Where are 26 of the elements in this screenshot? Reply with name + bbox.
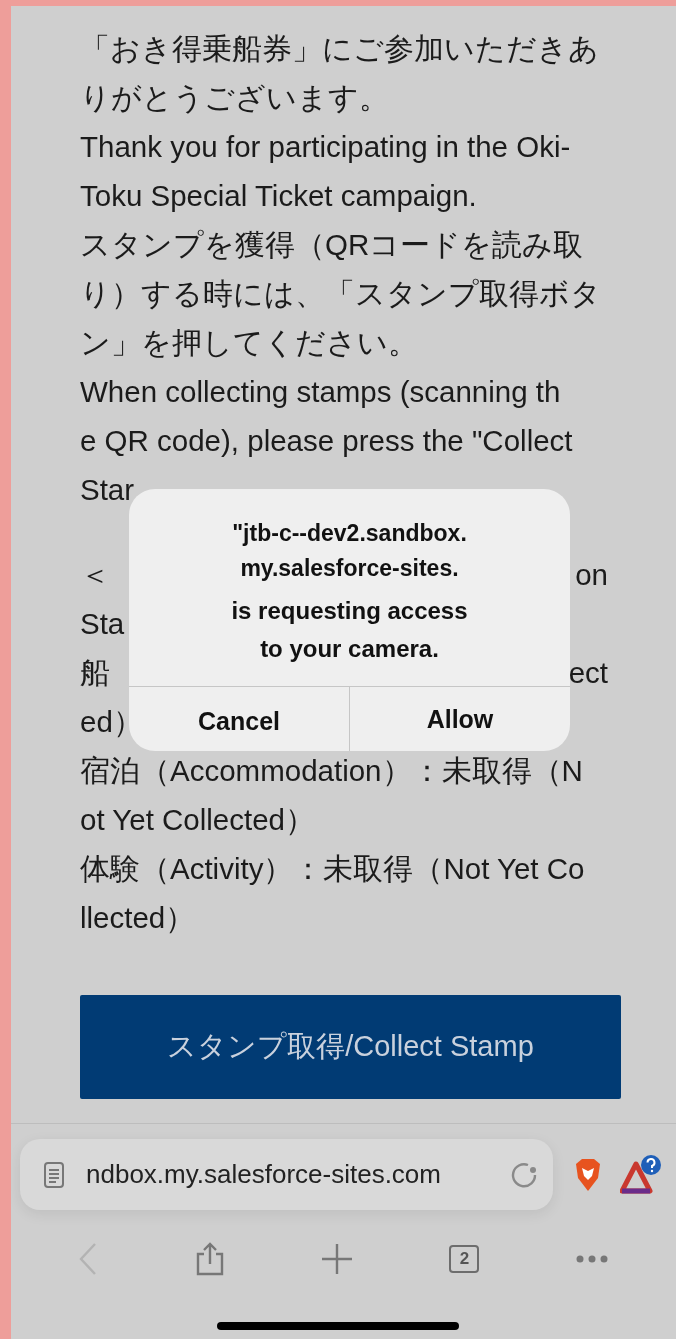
body-text: llected） [80, 900, 196, 936]
body-text: on [575, 557, 608, 593]
body-text: Thank you for participating in the Oki- [80, 129, 571, 165]
tab-count-button[interactable]: 2 [449, 1245, 480, 1273]
body-text: 宿泊（Accommodation）：未取得（N [80, 753, 583, 789]
allow-button[interactable]: Allow [349, 687, 570, 751]
body-text: 「おき得乗船券」にご参加いただきあ [80, 31, 599, 67]
body-text: ect [568, 655, 608, 691]
body-text: Star [80, 472, 135, 508]
body-text: Sta [80, 606, 125, 642]
body-text: Toku Special Ticket campaign. [80, 178, 477, 214]
body-text: 船 [80, 655, 110, 691]
body-text: ot Yet Collected） [80, 802, 316, 838]
address-bar[interactable]: ndbox.my.salesforce-sites.com [20, 1139, 553, 1210]
body-text: ＜ [80, 557, 110, 593]
dialog-message: is requesting access to your camera. [231, 595, 468, 664]
url-text: ndbox.my.salesforce-sites.com [86, 1159, 442, 1190]
body-text: 体験（Activity）：未取得（Not Yet Co [80, 851, 585, 887]
body-text: ン」を押してください。 [80, 325, 418, 361]
body-text: り）する時には、「スタンプ取得ボタ [80, 276, 601, 312]
body-text: スタンプを獲得（QRコードを読み取 [80, 227, 584, 263]
collect-stamp-button[interactable]: スタンプ取得/Collect Stamp [80, 995, 621, 1099]
body-text: りがとうございます。 [80, 80, 389, 116]
body-text: When collecting stamps (scanning th [80, 374, 561, 410]
body-text: e QR code), please press the "Collect [80, 423, 573, 459]
dialog-title: "jtb-c--dev2.sandbox. my.salesforce-sites. [232, 518, 467, 583]
